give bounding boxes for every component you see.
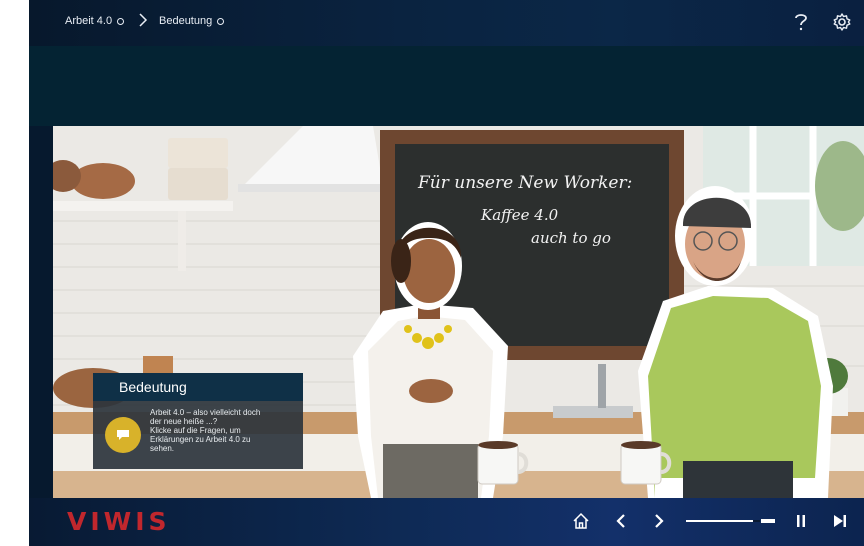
chevron-right-icon bbox=[138, 12, 148, 31]
progress-bar[interactable] bbox=[686, 520, 760, 522]
progress-fill bbox=[686, 520, 753, 522]
pause-icon bbox=[797, 515, 805, 527]
home-button[interactable] bbox=[570, 510, 592, 532]
question-mark-icon bbox=[795, 14, 807, 31]
next-icon bbox=[655, 514, 664, 528]
info-text-line: sehen. bbox=[150, 444, 175, 453]
bottom-bar: VIWIS bbox=[29, 498, 864, 546]
next-button[interactable] bbox=[648, 510, 670, 532]
chalkboard-line-3: auch to go bbox=[531, 229, 611, 247]
pause-button[interactable] bbox=[790, 510, 812, 532]
progress-handle[interactable] bbox=[757, 510, 779, 532]
app-window: Arbeit 4.0 Bedeutung Für unsere New Work… bbox=[29, 0, 864, 546]
gear-icon bbox=[833, 13, 851, 31]
progress-handle-icon bbox=[761, 519, 775, 523]
info-panel: Arbeit 4.0 – also vielleicht doch der ne… bbox=[93, 401, 303, 469]
info-text-line: der neue heiße ...? bbox=[150, 417, 218, 426]
skip-end-button[interactable] bbox=[829, 510, 851, 532]
previous-icon bbox=[616, 514, 625, 528]
breadcrumb-bedeutung-label: Bedeutung bbox=[159, 15, 213, 27]
content-header-band bbox=[29, 46, 864, 126]
page-frame: Arbeit 4.0 Bedeutung Für unsere New Work… bbox=[0, 0, 864, 546]
chalkboard-line-1: Für unsere New Worker: bbox=[417, 173, 632, 193]
breadcrumb-bedeutung[interactable]: Bedeutung bbox=[159, 15, 225, 27]
previous-button[interactable] bbox=[610, 510, 632, 532]
speech-bubble-icon bbox=[117, 430, 129, 440]
breadcrumb-arbeit[interactable]: Arbeit 4.0 bbox=[65, 15, 125, 27]
settings-button[interactable] bbox=[830, 10, 854, 34]
breadcrumb-status-dot bbox=[117, 17, 125, 25]
breadcrumb-arbeit-label: Arbeit 4.0 bbox=[65, 15, 113, 27]
breadcrumb-status-dot bbox=[217, 17, 225, 25]
info-text-line: Klicke auf die Fragen, um bbox=[150, 426, 241, 435]
info-panel-title: Bedeutung bbox=[93, 373, 303, 401]
info-panel-text: Arbeit 4.0 – also vielleicht doch der ne… bbox=[150, 408, 300, 453]
top-bar: Arbeit 4.0 Bedeutung bbox=[29, 0, 864, 46]
info-panel-button[interactable] bbox=[105, 417, 141, 453]
viwis-logo: VIWIS bbox=[67, 507, 171, 536]
home-icon bbox=[573, 512, 589, 529]
info-text-line: Erklärungen zu Arbeit 4.0 zu bbox=[150, 435, 251, 444]
info-text-line: Arbeit 4.0 – also vielleicht doch bbox=[150, 408, 261, 417]
chalkboard-line-2: Kaffee 4.0 bbox=[480, 206, 559, 224]
help-button[interactable] bbox=[789, 10, 813, 34]
skip-end-icon bbox=[834, 515, 846, 527]
